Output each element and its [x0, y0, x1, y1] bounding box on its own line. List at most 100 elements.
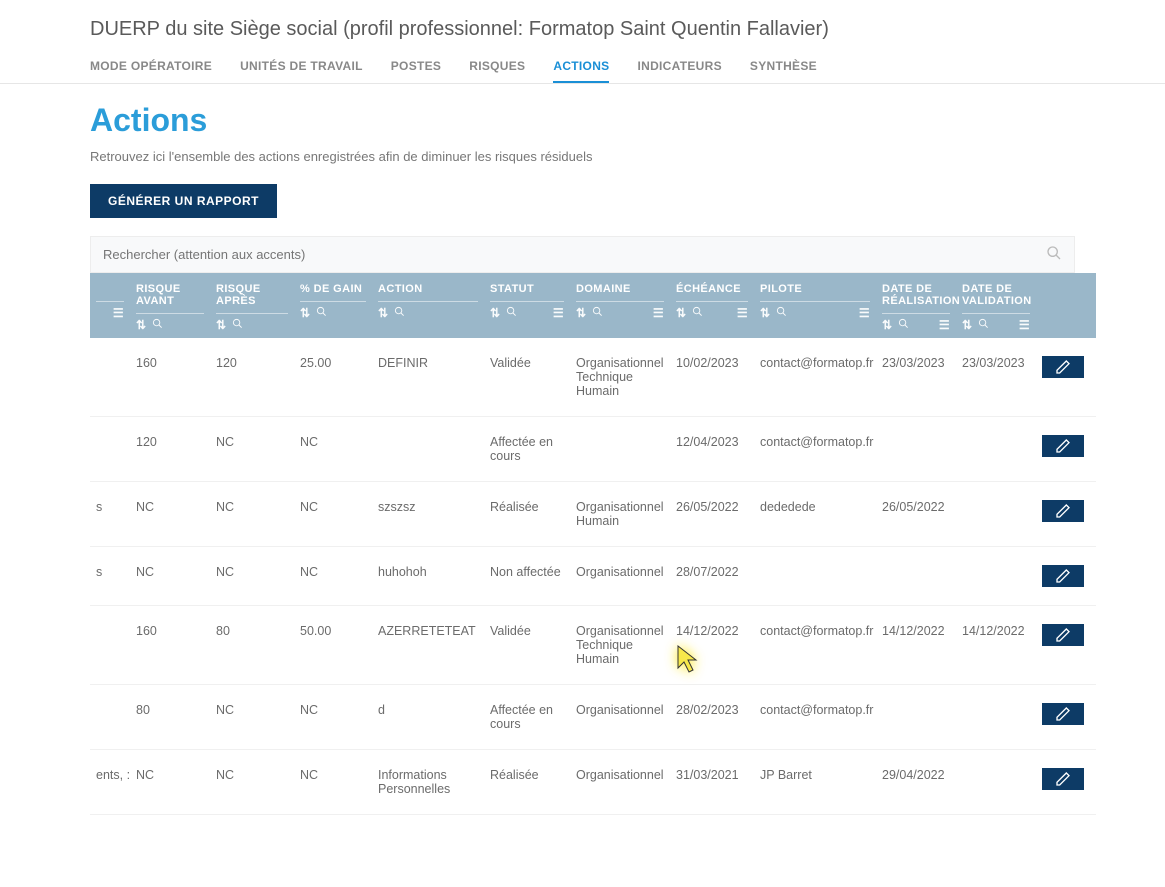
cell-domaine: Organisationnel — [570, 750, 670, 815]
cell-edit — [1036, 482, 1096, 547]
sort-icon[interactable]: ⇅ — [136, 318, 146, 332]
table-row: 1608050.00AZERRETETEATValidéeOrganisatio… — [90, 606, 1096, 685]
col-echeance[interactable]: ÉCHÉANCE ⇅ ☰ — [670, 273, 754, 338]
sort-icon[interactable]: ⇅ — [576, 306, 586, 320]
cell-validation — [956, 750, 1036, 815]
search-bar — [90, 236, 1075, 273]
tab-mode-opératoire[interactable]: MODE OPÉRATOIRE — [90, 59, 212, 83]
search-icon[interactable] — [1046, 245, 1062, 264]
edit-button[interactable] — [1042, 768, 1084, 790]
cell-edit — [1036, 750, 1096, 815]
list-icon[interactable]: ☰ — [859, 306, 870, 320]
cell-validation: 14/12/2022 — [956, 606, 1036, 685]
cell-edit — [1036, 547, 1096, 606]
col-action[interactable]: ACTION ⇅ — [372, 273, 484, 338]
cell-echeance: 28/07/2022 — [670, 547, 754, 606]
cell-risque-apres: NC — [210, 685, 294, 750]
cell-echeance: 14/12/2022 — [670, 606, 754, 685]
cell-statut: Affectée en cours — [484, 685, 570, 750]
tab-postes[interactable]: POSTES — [391, 59, 441, 83]
list-icon[interactable]: ☰ — [737, 306, 748, 320]
table-row: 80NCNCdAffectée en coursOrganisationnel2… — [90, 685, 1096, 750]
cell-statut: Réalisée — [484, 750, 570, 815]
search-icon[interactable] — [978, 318, 989, 332]
list-icon[interactable]: ☰ — [113, 306, 124, 320]
sort-icon[interactable]: ⇅ — [760, 306, 770, 320]
cell-action: d — [372, 685, 484, 750]
search-icon[interactable] — [232, 318, 243, 332]
list-icon[interactable]: ☰ — [553, 306, 564, 320]
edit-button[interactable] — [1042, 703, 1084, 725]
cell-statut: Non affectée — [484, 547, 570, 606]
cell-echeance: 28/02/2023 — [670, 685, 754, 750]
list-icon[interactable]: ☰ — [939, 318, 950, 332]
actions-table: ☰ RISQUE AVANT ⇅ RISQUE APRÈS ⇅ — [90, 273, 1096, 815]
cell-validation — [956, 685, 1036, 750]
tab-indicateurs[interactable]: INDICATEURS — [637, 59, 721, 83]
cell-statut: Validée — [484, 606, 570, 685]
cell-risque-apres: NC — [210, 417, 294, 482]
tab-synthèse[interactable]: SYNTHÈSE — [750, 59, 817, 83]
search-icon[interactable] — [776, 306, 787, 320]
col-risque-apres[interactable]: RISQUE APRÈS ⇅ — [210, 273, 294, 338]
cell-echeance: 12/04/2023 — [670, 417, 754, 482]
tab-unités-de-travail[interactable]: UNITÉS DE TRAVAIL — [240, 59, 363, 83]
cell-risque-avant: NC — [130, 482, 210, 547]
cell-first — [90, 417, 130, 482]
col-risque-avant[interactable]: RISQUE AVANT ⇅ — [130, 273, 210, 338]
cell-pilote: dededede — [754, 482, 876, 547]
search-icon[interactable] — [592, 306, 603, 320]
col-statut[interactable]: STATUT ⇅ ☰ — [484, 273, 570, 338]
list-icon[interactable]: ☰ — [653, 306, 664, 320]
cell-first — [90, 338, 130, 417]
table-row: ents, : ain-NCNCNCInformations Personnel… — [90, 750, 1096, 815]
cell-action: AZERRETETEAT — [372, 606, 484, 685]
cell-risque-avant: NC — [130, 547, 210, 606]
sort-icon[interactable]: ⇅ — [490, 306, 500, 320]
page-title: DUERP du site Siège social (profil profe… — [0, 10, 1165, 49]
cell-pilote: contact@formatop.fr — [754, 417, 876, 482]
cell-statut: Validée — [484, 338, 570, 417]
sort-icon[interactable]: ⇅ — [300, 306, 310, 320]
search-icon[interactable] — [898, 318, 909, 332]
search-icon[interactable] — [692, 306, 703, 320]
tab-actions[interactable]: ACTIONS — [553, 59, 609, 83]
col-domaine[interactable]: DOMAINE ⇅ ☰ — [570, 273, 670, 338]
list-icon[interactable]: ☰ — [1019, 318, 1030, 332]
cell-first — [90, 685, 130, 750]
edit-button[interactable] — [1042, 500, 1084, 522]
col-pilote[interactable]: PILOTE ⇅ ☰ — [754, 273, 876, 338]
col-realisation[interactable]: DATE DE RÉALISATION ⇅ ☰ — [876, 273, 956, 338]
cell-domaine — [570, 417, 670, 482]
sort-icon[interactable]: ⇅ — [962, 318, 972, 332]
cell-risque-avant: 120 — [130, 417, 210, 482]
edit-button[interactable] — [1042, 435, 1084, 457]
cell-risque-avant: 80 — [130, 685, 210, 750]
sort-icon[interactable]: ⇅ — [378, 306, 388, 320]
cell-action: huhohoh — [372, 547, 484, 606]
generate-report-button[interactable]: GÉNÉRER UN RAPPORT — [90, 184, 277, 218]
edit-button[interactable] — [1042, 565, 1084, 587]
cell-validation: 23/03/2023 — [956, 338, 1036, 417]
sort-icon[interactable]: ⇅ — [676, 306, 686, 320]
cell-pilote: contact@formatop.fr — [754, 606, 876, 685]
search-icon[interactable] — [506, 306, 517, 320]
edit-button[interactable] — [1042, 624, 1084, 646]
cell-echeance: 10/02/2023 — [670, 338, 754, 417]
cell-edit — [1036, 338, 1096, 417]
col-first: ☰ — [90, 273, 130, 338]
cell-edit — [1036, 606, 1096, 685]
cell-first: s — [90, 547, 130, 606]
col-validation[interactable]: DATE DE VALIDATION ⇅ ☰ — [956, 273, 1036, 338]
col-gain[interactable]: % DE GAIN ⇅ — [294, 273, 372, 338]
search-icon[interactable] — [152, 318, 163, 332]
tab-risques[interactable]: RISQUES — [469, 59, 525, 83]
search-icon[interactable] — [394, 306, 405, 320]
sort-icon[interactable]: ⇅ — [216, 318, 226, 332]
edit-button[interactable] — [1042, 356, 1084, 378]
search-icon[interactable] — [316, 306, 327, 320]
cell-statut: Affectée en cours — [484, 417, 570, 482]
cell-risque-apres: 80 — [210, 606, 294, 685]
search-input[interactable] — [103, 247, 1046, 262]
sort-icon[interactable]: ⇅ — [882, 318, 892, 332]
